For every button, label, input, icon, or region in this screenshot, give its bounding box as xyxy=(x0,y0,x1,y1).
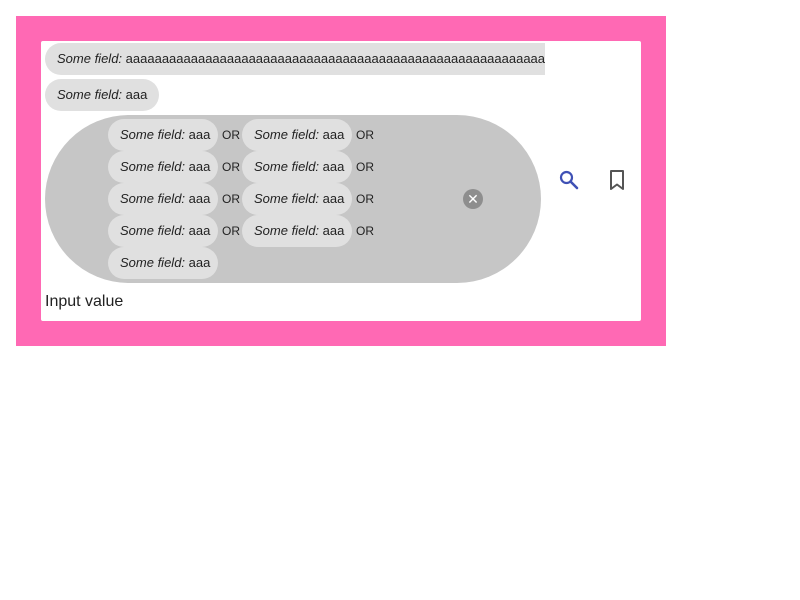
chip-field-value: aaa xyxy=(125,87,148,102)
query-panel: Some field: aaaaaaaaaaaaaaaaaaaaaaaaaaaa… xyxy=(41,41,641,321)
chip-field-value: aaaaaaaaaaaaaaaaaaaaaaaaaaaaaaaaaaaaaaaa… xyxy=(125,51,545,66)
chip-field-name: Some field: xyxy=(120,191,186,206)
chip-field-name: Some field: xyxy=(57,51,123,66)
chip-field-name: Some field: xyxy=(120,127,186,142)
group-chip[interactable]: Some field: aaa xyxy=(242,183,352,215)
or-group[interactable]: Some field: aaa OR Some field: aaa OR Some f… xyxy=(45,115,541,283)
chip-field-name: Some field: xyxy=(254,159,320,174)
search-icon[interactable] xyxy=(555,166,583,194)
chip-field-name: Some field: xyxy=(254,127,320,142)
chip-field-value: aaa xyxy=(322,191,345,206)
clear-group-icon[interactable]: ✕ xyxy=(463,189,483,209)
chip-field-name: Some field: xyxy=(57,87,123,102)
or-separator: OR xyxy=(356,224,374,238)
group-chip[interactable]: Some field: aaa xyxy=(242,151,352,183)
group-chip[interactable]: Some field: aaa xyxy=(108,247,218,279)
group-chip[interactable]: Some field: aaa xyxy=(242,215,352,247)
chip-field-name: Some field: xyxy=(254,223,320,238)
or-separator: OR xyxy=(222,128,240,142)
or-separator: OR xyxy=(356,128,374,142)
chip-field-name: Some field: xyxy=(120,159,186,174)
chip-field-name: Some field: xyxy=(120,223,186,238)
chip-field-name: Some field: xyxy=(254,191,320,206)
group-chip[interactable]: Some field: aaa xyxy=(108,183,218,215)
filter-chip-short[interactable]: Some field: aaa xyxy=(45,79,160,111)
chip-field-value: aaa xyxy=(188,255,211,270)
or-separator: OR xyxy=(222,224,240,238)
chip-field-value: aaa xyxy=(188,159,211,174)
bookmark-icon[interactable] xyxy=(603,166,631,194)
or-separator: OR xyxy=(222,160,240,174)
group-chip[interactable]: Some field: aaa xyxy=(242,119,352,151)
or-separator: OR xyxy=(222,192,240,206)
group-chip[interactable]: Some field: aaa xyxy=(108,215,218,247)
filter-chip-long[interactable]: Some field: aaaaaaaaaaaaaaaaaaaaaaaaaaaa… xyxy=(45,43,545,75)
chip-field-value: aaa xyxy=(188,191,211,206)
group-chip[interactable]: Some field: aaa xyxy=(108,151,218,183)
or-separator: OR xyxy=(356,192,374,206)
search-input-value[interactable]: Input value xyxy=(45,291,123,313)
chip-field-name: Some field: xyxy=(120,255,186,270)
chip-field-value: aaa xyxy=(322,223,345,238)
outer-frame: Some field: aaaaaaaaaaaaaaaaaaaaaaaaaaaa… xyxy=(16,16,666,346)
chip-field-value: aaa xyxy=(188,127,211,142)
chip-field-value: aaa xyxy=(188,223,211,238)
chip-field-value: aaa xyxy=(322,159,345,174)
or-separator: OR xyxy=(356,160,374,174)
chip-field-value: aaa xyxy=(322,127,345,142)
group-chip[interactable]: Some field: aaa xyxy=(108,119,218,151)
